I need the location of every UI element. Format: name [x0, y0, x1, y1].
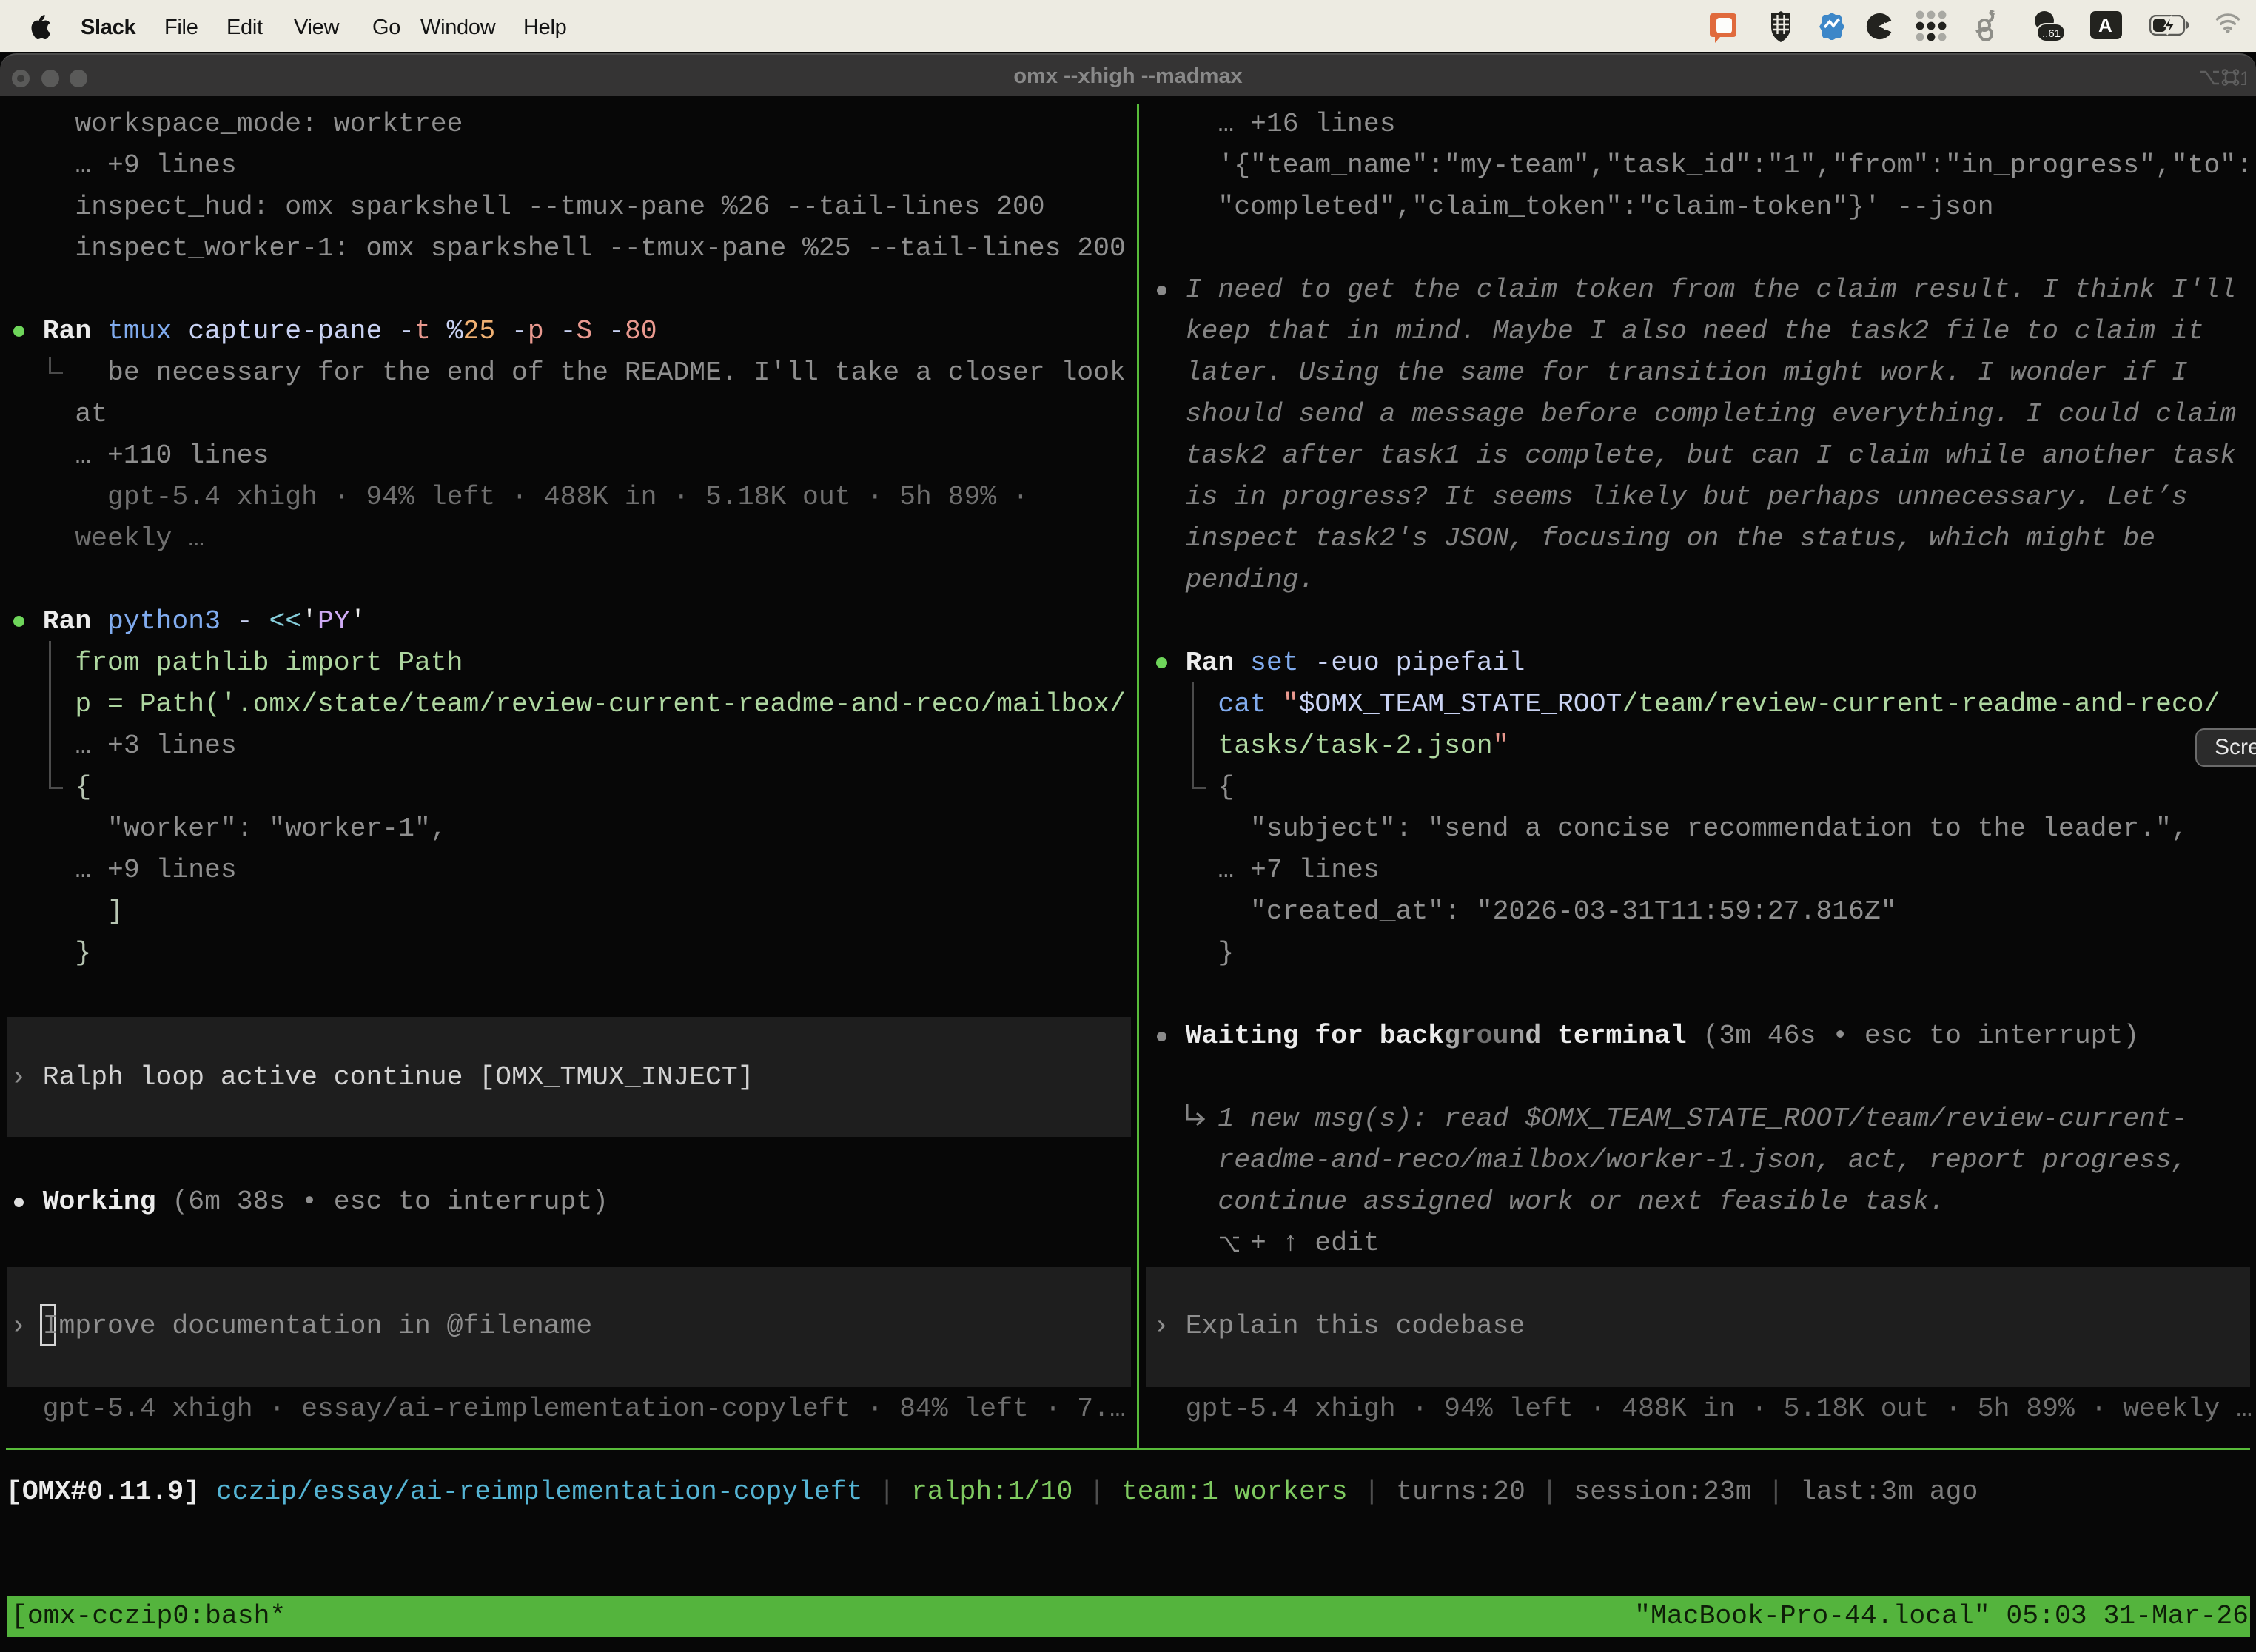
svg-text:..61: ..61	[2042, 27, 2061, 40]
svg-text:1: 1	[2240, 67, 2246, 90]
svg-text:A: A	[2098, 14, 2112, 36]
